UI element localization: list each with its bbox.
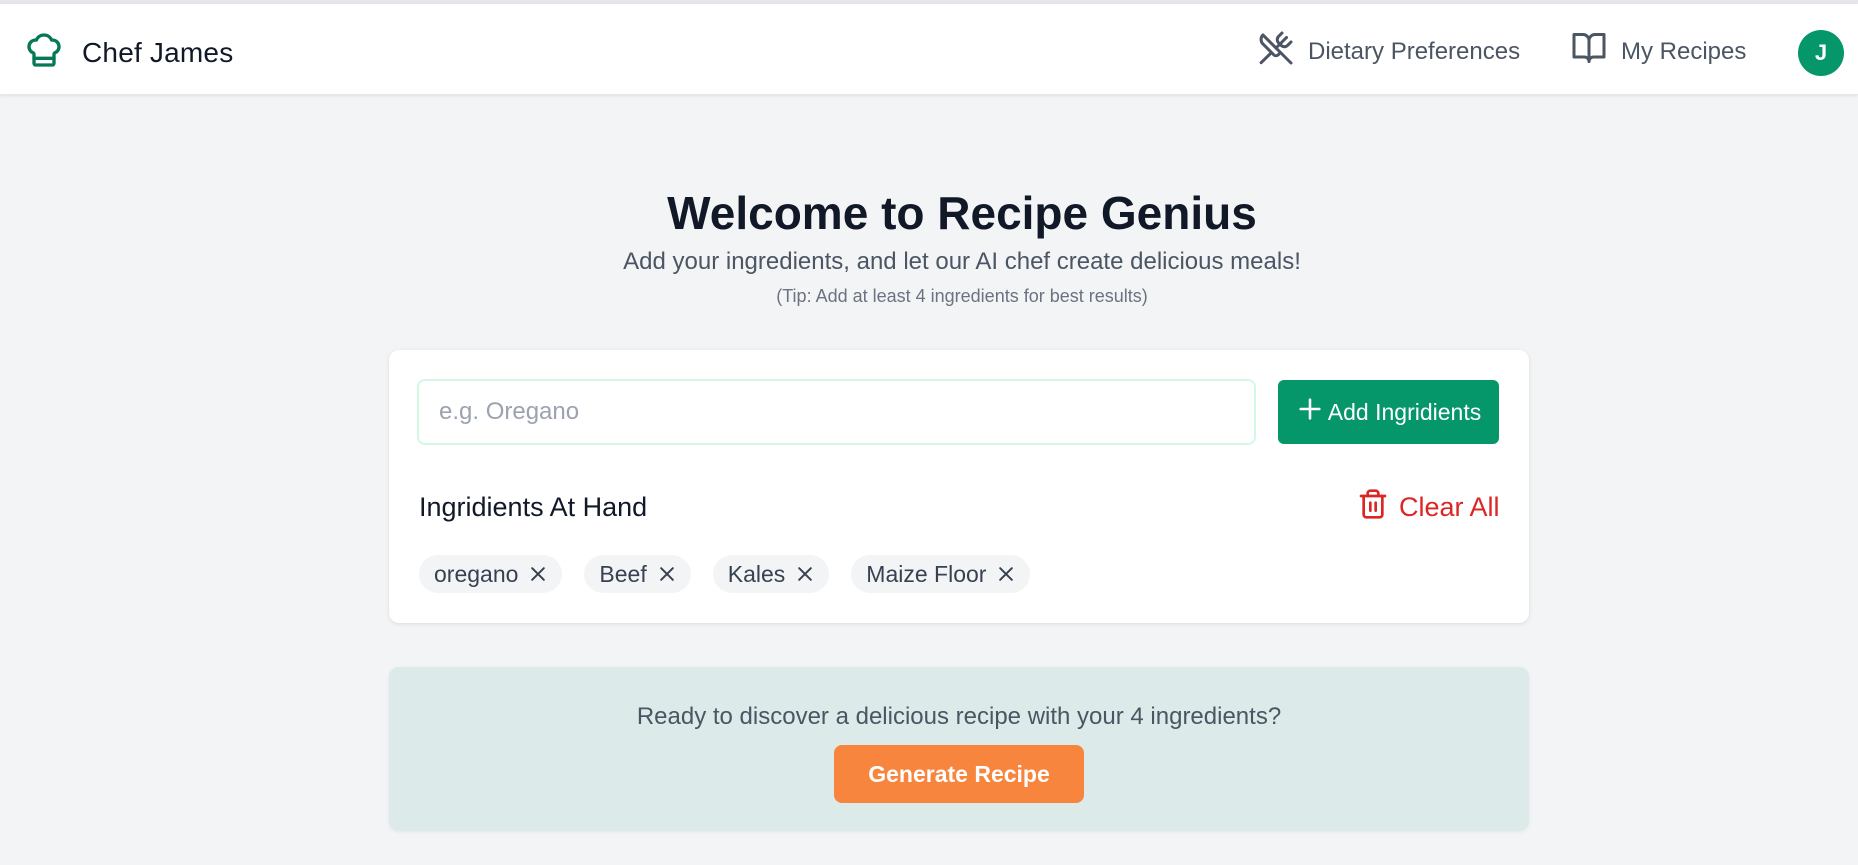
plus-icon — [1296, 395, 1324, 429]
ingredients-card: Add Ingridients Ingridients At Hand Clea… — [389, 350, 1529, 623]
nav-dietary-preferences[interactable]: Dietary Preferences — [1258, 30, 1520, 73]
page-subtitle: Add your ingredients, and let our AI che… — [623, 248, 1301, 275]
remove-ingredient-close-icon[interactable] — [996, 564, 1016, 584]
ingredients-section-title: Ingridients At Hand — [419, 492, 648, 522]
user-avatar[interactable]: J — [1798, 30, 1844, 76]
ingredient-chip-label: Maize Floor — [866, 560, 987, 587]
book-open-icon — [1571, 30, 1607, 73]
page-title: Welcome to Recipe Genius — [667, 187, 1257, 239]
top-navbar: Chef James Dietary Preferences My Recipe… — [0, 4, 1858, 95]
page-tip: (Tip: Add at least 4 ingredients for bes… — [776, 286, 1148, 306]
ingredient-chip: Kales — [712, 555, 830, 593]
remove-ingredient-close-icon[interactable] — [657, 564, 677, 584]
clear-all-button[interactable]: Clear All — [1357, 487, 1500, 528]
nav-dietary-label: Dietary Preferences — [1308, 37, 1521, 65]
generate-recipe-panel: Ready to discover a delicious recipe wit… — [389, 667, 1529, 831]
nav-my-recipes[interactable]: My Recipes — [1571, 30, 1746, 73]
nav-my-recipes-label: My Recipes — [1621, 37, 1747, 65]
ingredient-input[interactable] — [417, 379, 1256, 445]
remove-ingredient-close-icon[interactable] — [795, 564, 815, 584]
ingredient-chip-label: Kales — [727, 560, 786, 587]
clear-all-label: Clear All — [1399, 492, 1500, 522]
chef-hat-icon — [24, 30, 64, 75]
brand-name: Chef James — [82, 36, 234, 68]
generate-recipe-prompt: Ready to discover a delicious recipe wit… — [636, 703, 1282, 730]
add-ingredients-button[interactable]: Add Ingridients — [1278, 380, 1499, 444]
generate-recipe-button[interactable]: Generate Recipe — [834, 745, 1084, 803]
trash-icon — [1357, 487, 1389, 528]
brand[interactable]: Chef James — [24, 30, 233, 75]
utensils-crossed-icon — [1258, 30, 1294, 73]
ingredient-chip: Beef — [584, 555, 691, 593]
ingredient-chip-label: Beef — [599, 560, 647, 587]
ingredient-chip-label: oregano — [434, 560, 519, 587]
hero: Welcome to Recipe Genius Add your ingred… — [0, 185, 1858, 307]
ingredient-chip: Maize Floor — [851, 555, 1031, 593]
ingredient-chip: oregano — [419, 555, 563, 593]
ingredient-chip-list: oregano Beef Kales Maize Floor — [419, 555, 1031, 593]
remove-ingredient-close-icon[interactable] — [528, 564, 548, 584]
add-ingredients-label: Add Ingridients — [1327, 398, 1482, 425]
